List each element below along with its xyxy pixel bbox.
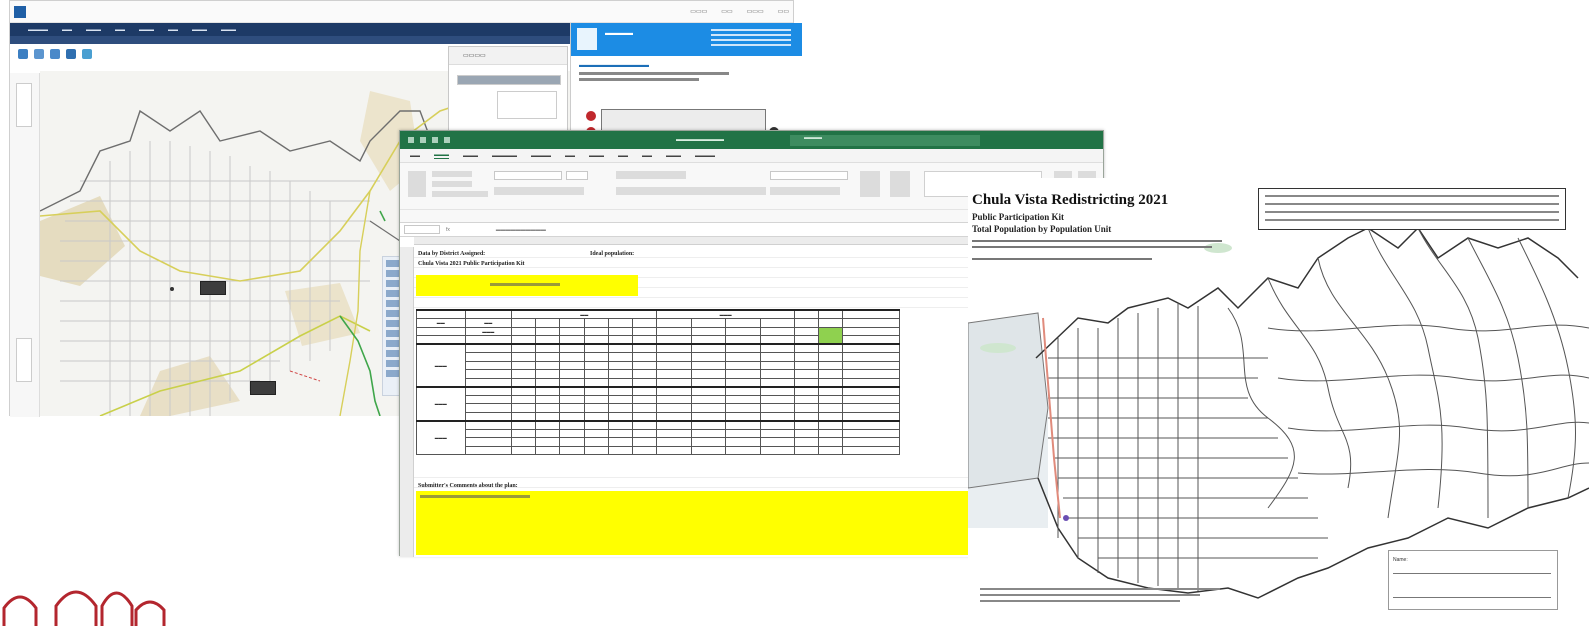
name-field-box[interactable]: Name: <box>1388 550 1558 610</box>
name-label: Name: <box>1393 557 1408 563</box>
tab-acrobat[interactable]: ▬▬▬ <box>666 153 681 159</box>
nav-tab[interactable]: ▬▬ <box>62 27 72 33</box>
side-tab-layers[interactable] <box>16 83 32 127</box>
merge-center-button[interactable] <box>616 187 766 195</box>
format-painter-button[interactable] <box>432 191 488 197</box>
nav-tab[interactable]: ▬▬▬ <box>192 27 207 33</box>
undo-icon[interactable] <box>432 137 438 143</box>
zoom-out-icon[interactable] <box>34 49 44 59</box>
app-logo-icon <box>14 5 26 18</box>
copy-button[interactable] <box>432 181 472 187</box>
paste-icon[interactable] <box>408 171 426 197</box>
pan-icon[interactable] <box>50 49 60 59</box>
district-data-heading: Data by District Assigned: <box>418 251 486 257</box>
guide-logo-icon <box>577 28 597 50</box>
nav-tab[interactable]: ▬▬▬▬ <box>28 27 48 33</box>
home-icon[interactable] <box>66 49 76 59</box>
properties-header: ▭▭▭▭ <box>449 47 567 65</box>
instructions-box <box>1258 188 1566 230</box>
map-subtitle-population: Total Population by Population Unit <box>972 224 1112 234</box>
formula-input[interactable]: ▬▬▬▬▬▬▬▬▬▬ <box>496 227 546 233</box>
guide-heading: ▬▬▬▬▬▬▬▬▬▬ <box>579 62 649 69</box>
tab-help[interactable]: ▬▬ <box>642 153 652 159</box>
tab-review[interactable]: ▬▬▬ <box>589 153 604 159</box>
sheet-title: Chula Vista 2021 Public Participation Ki… <box>418 261 525 267</box>
nav-tab[interactable]: ▬▬▬ <box>221 27 236 33</box>
font-size-select[interactable] <box>566 171 588 180</box>
font-format-buttons[interactable] <box>494 187 584 195</box>
city-logo-icon <box>2 590 166 626</box>
printed-map-document: Chula Vista Redistricting 2021 Public Pa… <box>968 178 1589 624</box>
nav-tab[interactable]: ▬▬ <box>115 27 125 33</box>
excel-titlebar: ▬▬▬▬▬▬▬▬ ▬▬▬ <box>400 131 1103 149</box>
tab-page-layout[interactable]: ▬▬▬▬▬ <box>492 153 517 159</box>
tab-formulas[interactable]: ▬▬▬▬ <box>531 153 551 159</box>
font-name-select[interactable] <box>494 171 562 180</box>
row-headers[interactable] <box>400 247 414 557</box>
name-box[interactable] <box>404 225 440 234</box>
tab-home[interactable]: ▬▬▬ <box>434 152 449 159</box>
menu-item[interactable]: ▭▭ <box>778 8 789 15</box>
number-format-select[interactable] <box>770 171 848 180</box>
redo-icon[interactable] <box>444 137 450 143</box>
menu-item[interactable]: ▭▭▭ <box>747 8 764 15</box>
nav-tab[interactable]: ▬▬ <box>168 27 178 33</box>
instruction-text <box>972 258 1152 260</box>
comments-label: Submitter's Comments about the plan: <box>418 483 518 489</box>
quick-start-title: ▬▬▬▬ <box>605 30 633 37</box>
tab-view[interactable]: ▬▬ <box>618 153 628 159</box>
map-tooltip-label[interactable] <box>200 281 226 295</box>
alignment-buttons[interactable] <box>616 171 686 179</box>
number-buttons[interactable] <box>770 187 840 195</box>
map-title: Chula Vista Redistricting 2021 <box>972 192 1169 208</box>
population-table: ▬▬ ▬▬▬ ▬▬ ▬▬ ▬▬▬ ▬▬▬ ▬▬▬ ▬▬▬ <box>416 309 900 455</box>
ribbon-tabs: ▬▬ ▬▬▬ ▬▬▬ ▬▬▬▬▬ ▬▬▬▬ ▬▬ ▬▬▬ ▬▬ ▬▬ ▬▬▬ ▬… <box>400 149 1103 163</box>
left-panel <box>10 73 40 417</box>
map-tooltip-label[interactable] <box>250 381 276 395</box>
conditional-formatting-icon[interactable] <box>860 171 880 197</box>
menu-item[interactable]: ▭▭ <box>721 8 732 15</box>
nav-tab[interactable]: ▬▬▬ <box>86 27 101 33</box>
tab-power-pivot[interactable]: ▬▬▬▬ <box>695 153 715 159</box>
menu-item[interactable]: ▭▭▭ <box>690 8 707 15</box>
instruction-text <box>972 240 1222 242</box>
autosave-icon[interactable] <box>408 137 414 143</box>
fx-icon[interactable]: fx <box>446 227 450 233</box>
cut-button[interactable] <box>432 171 472 177</box>
workbook-name: ▬▬▬▬▬▬▬▬ <box>676 137 724 143</box>
format-as-table-icon[interactable] <box>890 171 910 197</box>
tab-data[interactable]: ▬▬ <box>565 153 575 159</box>
pane-dropdown[interactable] <box>497 91 557 119</box>
web-menubar-right: ▭▭▭ ▭▭ ▭▭▭ ▭▭ <box>690 8 789 15</box>
quick-start-banner: ▬▬▬▬ <box>571 23 802 56</box>
pane-field[interactable] <box>457 75 561 85</box>
nav-tab[interactable]: ▬▬▬ <box>139 27 154 33</box>
web-sub-ribbon <box>10 36 570 44</box>
globe-icon[interactable] <box>82 49 92 59</box>
footer-instructions <box>980 588 1230 606</box>
map-subtitle: Public Participation Kit <box>972 212 1064 222</box>
instruction-text <box>972 246 1212 248</box>
web-menubar: ▭▭▭ ▭▭ ▭▭▭ ▭▭ <box>10 1 793 23</box>
map-toolbar <box>18 49 92 59</box>
web-nav-ribbon: ▬▬▬▬ ▬▬ ▬▬▬ ▬▬ ▬▬▬ ▬▬ ▬▬▬ ▬▬▬ <box>10 23 570 36</box>
step-badge-icon <box>586 111 596 121</box>
zoom-in-icon[interactable] <box>18 49 28 59</box>
comments-cell[interactable] <box>416 491 971 555</box>
search-box[interactable]: ▬▬▬ <box>790 134 980 146</box>
tab-insert[interactable]: ▬▬▬ <box>463 153 478 159</box>
ideal-population-label: Ideal population: <box>590 251 635 257</box>
save-icon[interactable] <box>420 137 426 143</box>
tab-file[interactable]: ▬▬ <box>410 153 420 159</box>
side-tab-legend[interactable] <box>16 338 32 382</box>
plan-name-cell[interactable] <box>416 275 638 296</box>
